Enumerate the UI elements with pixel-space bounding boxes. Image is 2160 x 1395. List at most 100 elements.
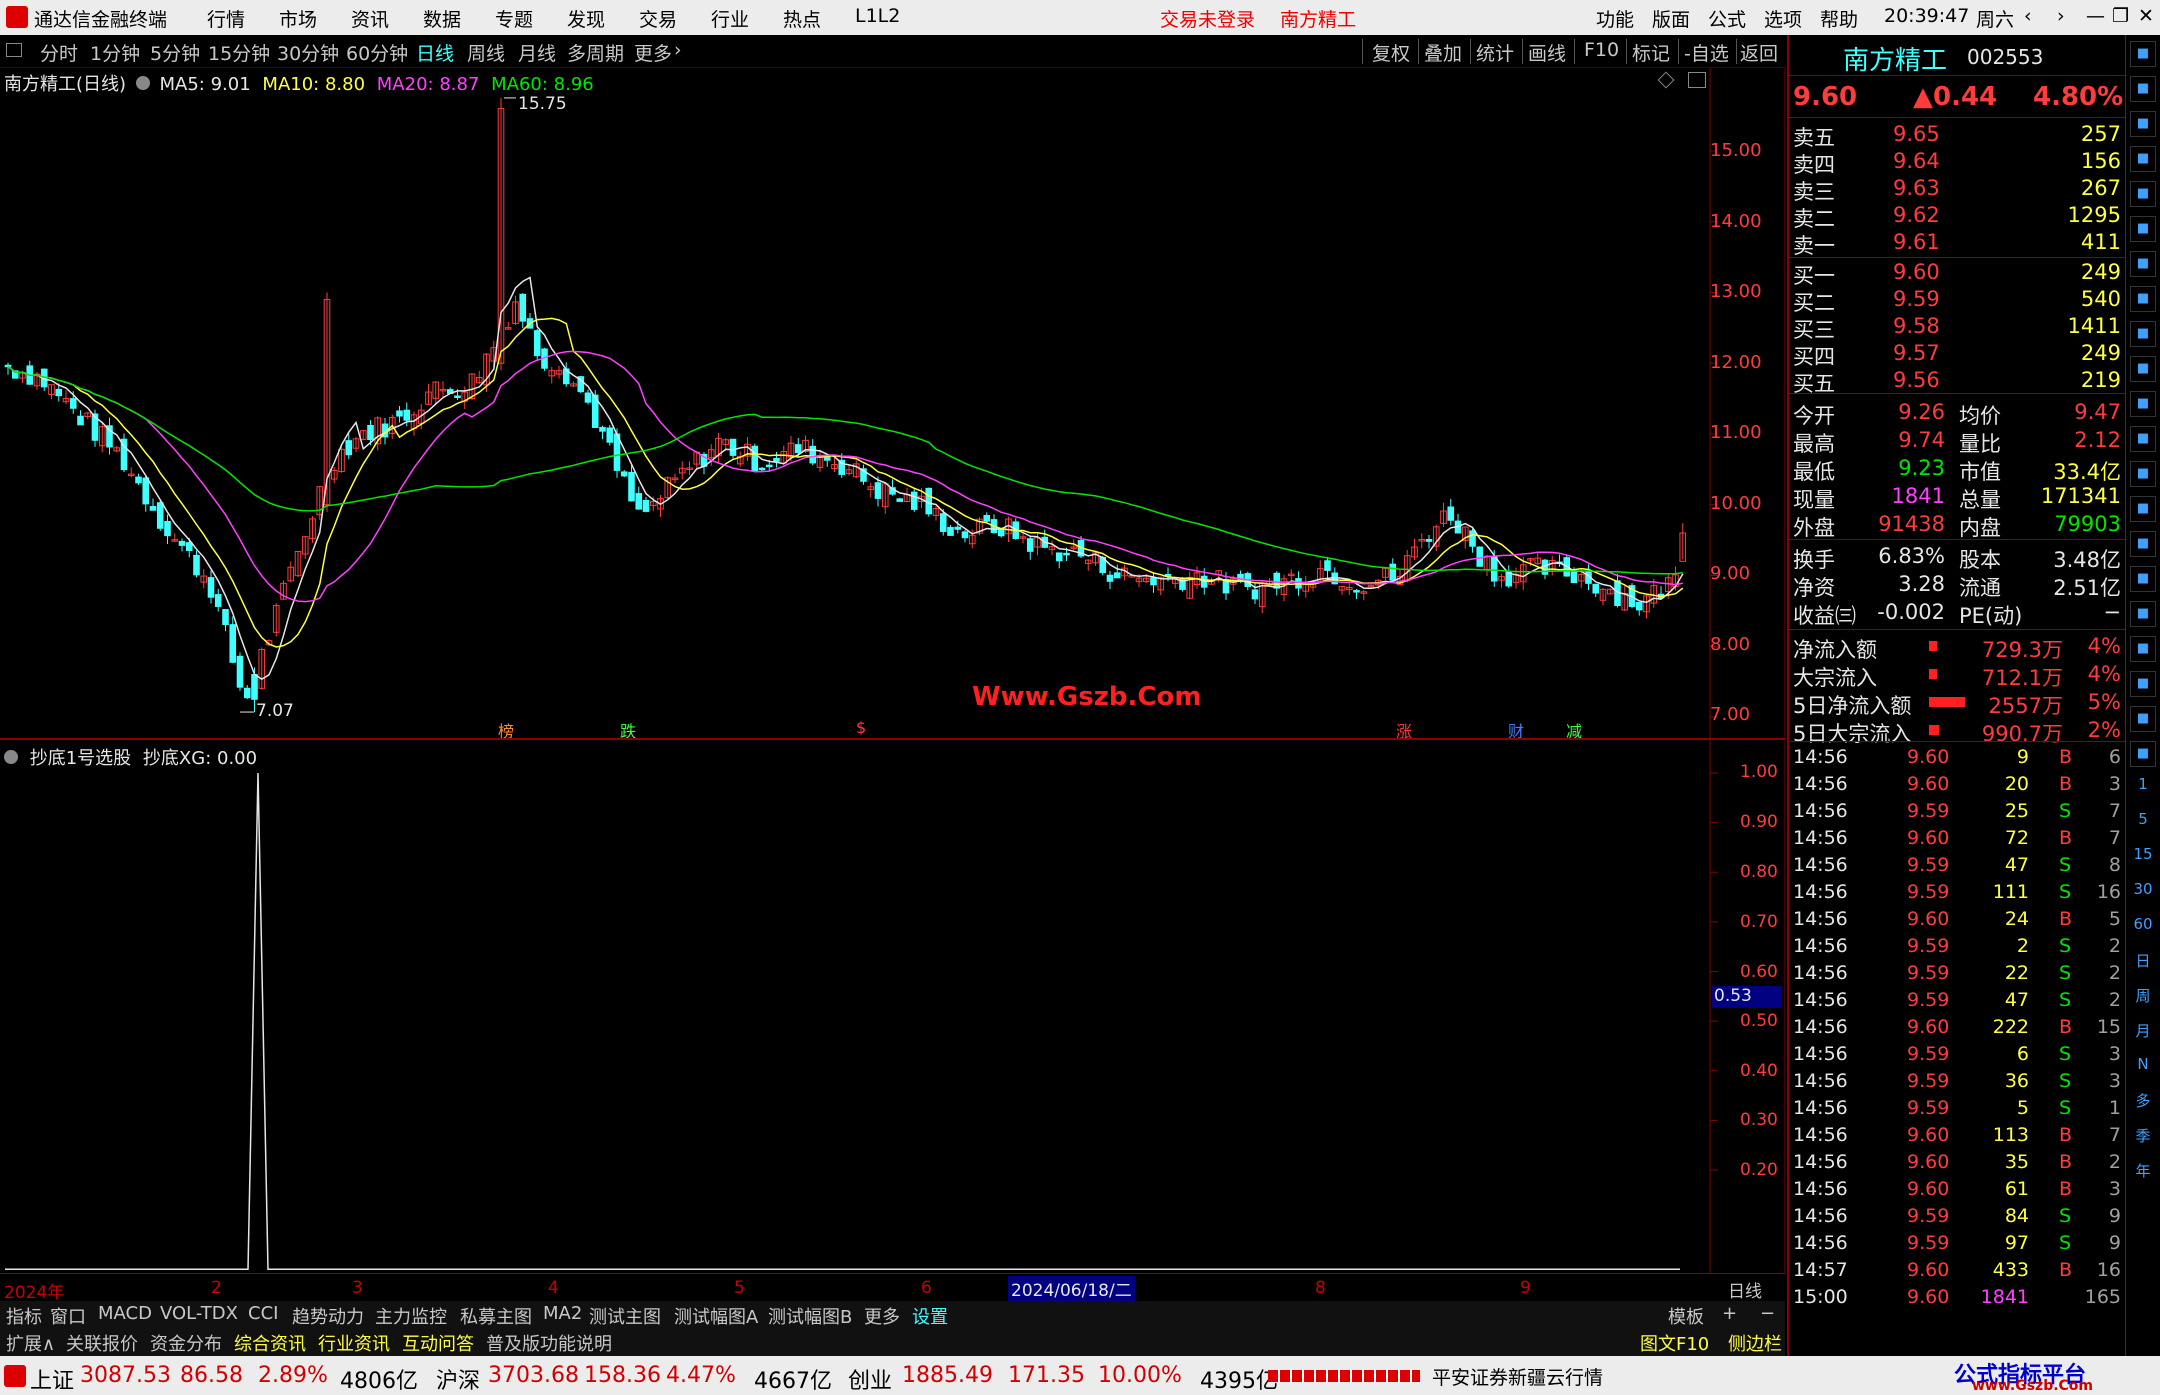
period-more[interactable]: 更多: [634, 39, 672, 66]
tick-row[interactable]: 14:56 9.59 36 S 3: [1793, 1069, 2123, 1097]
up-arrow-icon[interactable]: ■: [2130, 41, 2156, 67]
side-period-button[interactable]: 周: [2130, 985, 2156, 1013]
chevron-right-icon[interactable]: ›: [674, 39, 682, 61]
login-status[interactable]: 交易未登录: [1160, 5, 1255, 32]
bid-level[interactable]: 买二 9.59 540: [1793, 286, 2123, 315]
tick-row[interactable]: 14:56 9.60 113 B 7: [1793, 1123, 2123, 1151]
btn-f10[interactable]: F10: [1584, 39, 1619, 61]
period-daily[interactable]: 日线: [416, 39, 454, 66]
menu-trade[interactable]: 交易: [639, 5, 677, 32]
period-monthly[interactable]: 月线: [518, 39, 556, 66]
list-alt-icon[interactable]: ■: [2130, 356, 2156, 382]
period-60min[interactable]: 60分钟: [346, 39, 408, 66]
btn-overlay[interactable]: 叠加: [1424, 39, 1462, 66]
tab-vol-tdx[interactable]: VOL-TDX: [160, 1303, 238, 1324]
tab-fund-distribution[interactable]: 资金分布: [150, 1330, 222, 1356]
menu-market-quotes[interactable]: 行情: [207, 5, 245, 32]
tick-row[interactable]: 14:56 9.60 24 B 5: [1793, 907, 2123, 935]
cy-index-label[interactable]: 创业: [848, 1363, 892, 1395]
tab-comprehensive-news[interactable]: 综合资讯: [234, 1330, 306, 1356]
tab-indicator[interactable]: 指标: [6, 1303, 42, 1329]
tick-row[interactable]: 14:56 9.59 111 S 16: [1793, 880, 2123, 908]
side-period-button[interactable]: 多: [2130, 1090, 2156, 1118]
menu-news[interactable]: 资讯: [351, 5, 389, 32]
tab-more[interactable]: 更多: [864, 1303, 900, 1329]
f5-icon[interactable]: ■: [2130, 461, 2156, 487]
btn-draw[interactable]: 画线: [1528, 39, 1566, 66]
tick-row[interactable]: 14:56 9.59 6 S 3: [1793, 1042, 2123, 1070]
down-arrow-outline-icon[interactable]: ■: [2130, 111, 2156, 137]
ask-level[interactable]: 卖四 9.64 156: [1793, 148, 2123, 177]
wave-icon[interactable]: ■: [2130, 531, 2156, 557]
menu-discover[interactable]: 发现: [567, 5, 605, 32]
menu-help[interactable]: 帮助: [1820, 5, 1858, 32]
btn-mark[interactable]: 标记: [1632, 39, 1670, 66]
menu-hot[interactable]: 热点: [783, 5, 821, 32]
back-icon[interactable]: ‹: [2024, 5, 2032, 27]
close-icon[interactable]: ✕: [2138, 5, 2154, 27]
indicator-panel[interactable]: 抄底1号选股 抄底XG: 0.00 1.00 0.90 0.80 0.70 0.…: [0, 738, 1785, 1273]
tab-test-b[interactable]: 测试幅图B: [768, 1303, 852, 1329]
ask-level[interactable]: 卖二 9.62 1295: [1793, 202, 2123, 231]
kline-chart[interactable]: [0, 68, 1785, 738]
bid-level[interactable]: 买三 9.58 1411: [1793, 313, 2123, 342]
line-chart-icon[interactable]: ■: [2130, 216, 2156, 242]
tick-row[interactable]: 14:56 9.59 5 S 1: [1793, 1096, 2123, 1124]
tick-row[interactable]: 14:56 9.59 25 S 7: [1793, 799, 2123, 827]
f10-icon[interactable]: ■: [2130, 321, 2156, 347]
period-30min[interactable]: 30分钟: [277, 39, 339, 66]
tab-industry-news[interactable]: 行业资讯: [318, 1330, 390, 1356]
bid-level[interactable]: 买四 9.57 249: [1793, 340, 2123, 369]
sh-index-label[interactable]: 上证: [30, 1363, 74, 1395]
side-period-button[interactable]: 5: [2130, 810, 2156, 838]
tab-settings[interactable]: 设置: [912, 1303, 948, 1329]
tab-feature-guide[interactable]: 普及版功能说明: [486, 1330, 612, 1356]
tab-ma2[interactable]: MA2: [543, 1303, 582, 1324]
tab-test-main[interactable]: 测试主图: [589, 1303, 661, 1329]
tab-qa[interactable]: 互动问答: [402, 1330, 474, 1356]
tab-test-a[interactable]: 测试幅图A: [674, 1303, 758, 1329]
menu-layout[interactable]: 版面: [1652, 5, 1690, 32]
up-arrow-outline-icon[interactable]: ■: [2130, 76, 2156, 102]
btn-statistics[interactable]: 统计: [1476, 39, 1514, 66]
grid-icon[interactable]: ■: [2130, 181, 2156, 207]
tab-expand[interactable]: 扩展∧: [6, 1330, 55, 1356]
side-period-button[interactable]: 1: [2130, 775, 2156, 803]
tick-list[interactable]: 14:56 9.60 9 B 6 14:56 9.60 20 B 3 14:56 9.59 25 S 7 14…: [1789, 745, 2127, 1356]
btn-adjust[interactable]: 复权: [1372, 39, 1410, 66]
remove-icon[interactable]: −: [1760, 1303, 1775, 1324]
clock-icon[interactable]: ■: [2130, 496, 2156, 522]
bid-level[interactable]: 买一 9.60 249: [1793, 259, 2123, 288]
menu-options[interactable]: 选项: [1764, 5, 1802, 32]
tick-row[interactable]: 14:56 9.60 222 B 15: [1793, 1015, 2123, 1043]
period-5min[interactable]: 5分钟: [150, 39, 200, 66]
menu-market[interactable]: 市场: [279, 5, 317, 32]
tick-row[interactable]: 15:00 9.60 1841 165: [1793, 1285, 2123, 1313]
tick-row[interactable]: 14:56 9.59 22 S 2: [1793, 961, 2123, 989]
side-period-button[interactable]: 日: [2130, 950, 2156, 978]
tab-window[interactable]: 窗口: [50, 1303, 86, 1329]
period-15min[interactable]: 15分钟: [208, 39, 270, 66]
tick-row[interactable]: 14:56 9.60 61 B 3: [1793, 1177, 2123, 1205]
chart-alt-icon[interactable]: ■: [2130, 391, 2156, 417]
period-timeshare[interactable]: 分时: [40, 39, 78, 66]
panel-menu-icon[interactable]: [6, 43, 22, 57]
sz-index-label[interactable]: 沪深: [436, 1363, 480, 1395]
maximize-icon[interactable]: ❐: [2112, 5, 2129, 27]
tick-row[interactable]: 14:56 9.60 35 B 2: [1793, 1150, 2123, 1178]
side-period-button[interactable]: 季: [2130, 1125, 2156, 1153]
side-period-button[interactable]: 月: [2130, 1020, 2156, 1048]
tick-row[interactable]: 14:56 9.59 84 S 9: [1793, 1204, 2123, 1232]
tab-template[interactable]: 模板: [1668, 1303, 1704, 1329]
tab-trend[interactable]: 趋势动力: [292, 1303, 364, 1329]
tick-row[interactable]: 14:56 9.60 20 B 3: [1793, 772, 2123, 800]
tick-row[interactable]: 14:56 9.60 72 B 7: [1793, 826, 2123, 854]
forward-icon[interactable]: ›: [2057, 5, 2065, 27]
tick-row[interactable]: 14:57 9.60 433 B 16: [1793, 1258, 2123, 1286]
tick-row[interactable]: 14:56 9.59 97 S 9: [1793, 1231, 2123, 1259]
tab-f10-graphic[interactable]: 图文F10: [1640, 1330, 1709, 1356]
side-period-button[interactable]: 年: [2130, 1160, 2156, 1188]
ask-level[interactable]: 卖五 9.65 257: [1793, 121, 2123, 150]
add-icon[interactable]: +: [1722, 1303, 1737, 1324]
chart-icon[interactable]: ■: [2130, 146, 2156, 172]
